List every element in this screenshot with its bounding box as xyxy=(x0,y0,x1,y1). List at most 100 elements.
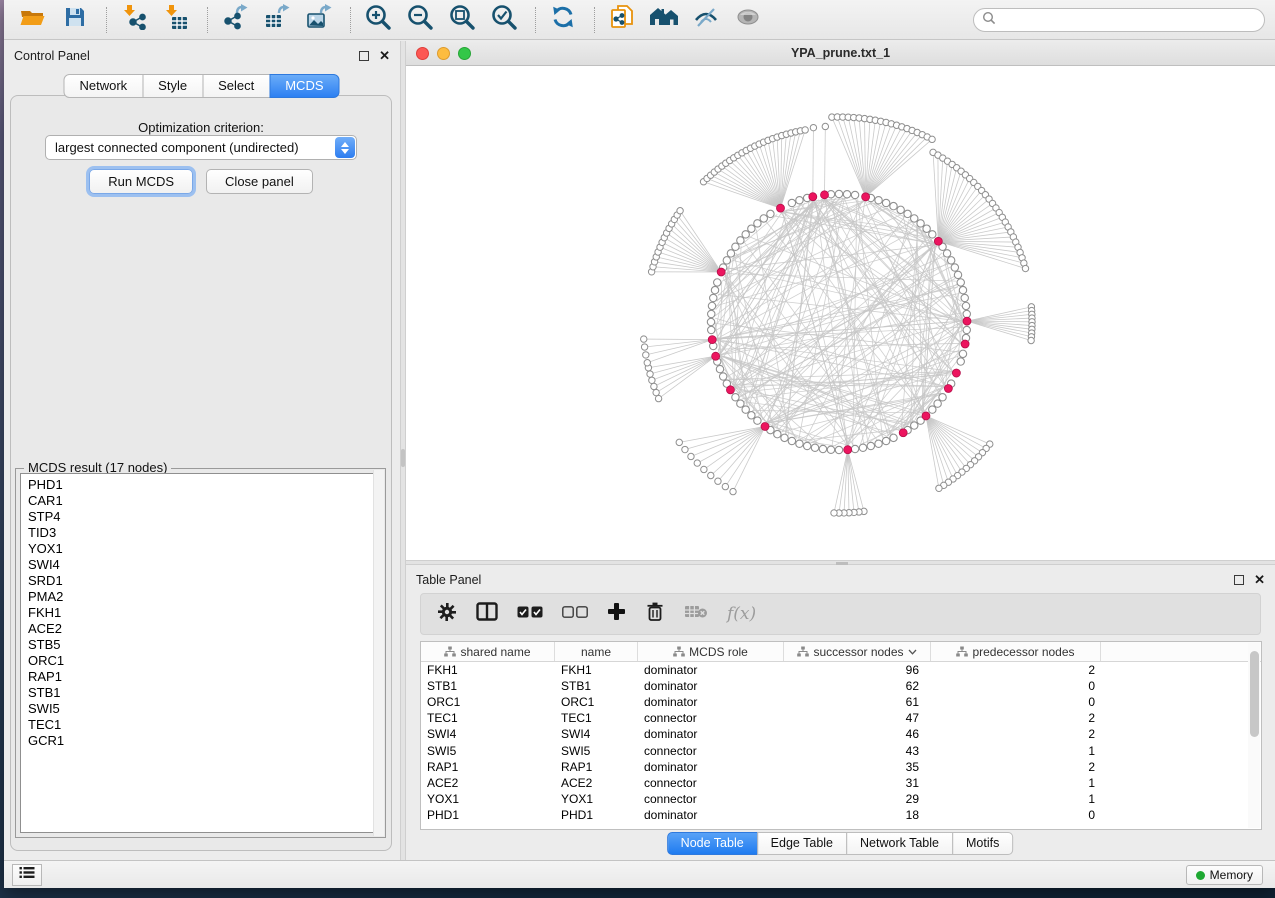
mcds-result-item[interactable]: ORC1 xyxy=(28,653,380,669)
column-header-shared-name[interactable]: shared name xyxy=(421,642,555,661)
cell-mcds-role: connector xyxy=(638,711,784,725)
export-image-button[interactable] xyxy=(304,5,334,35)
tab-network[interactable]: Network xyxy=(63,74,143,98)
zoom-in-button[interactable] xyxy=(363,5,393,35)
tab-node-table[interactable]: Node Table xyxy=(667,832,758,855)
deselect-all-button[interactable] xyxy=(562,605,588,623)
column-header-mcds-role[interactable]: MCDS role xyxy=(638,642,784,661)
table-row[interactable]: RAP1RAP1dominator352 xyxy=(421,759,1261,775)
cell-successor-nodes: 18 xyxy=(784,808,931,822)
splitter-handle[interactable] xyxy=(401,449,405,467)
function-builder-button[interactable]: f(x) xyxy=(727,604,756,624)
column-header-successor-nodes[interactable]: successor nodes xyxy=(784,642,931,661)
column-header-predecessor-nodes[interactable]: predecessor nodes xyxy=(931,642,1101,661)
mcds-result-list[interactable]: PHD1CAR1STP4TID3YOX1SWI4SRD1PMA2FKH1ACE2… xyxy=(20,473,381,833)
search-input[interactable] xyxy=(996,10,1264,30)
mcds-result-item[interactable]: PHD1 xyxy=(28,477,380,493)
mcds-result-item[interactable]: STP4 xyxy=(28,509,380,525)
task-history-button[interactable] xyxy=(12,864,42,886)
table-row[interactable]: TEC1TEC1connector472 xyxy=(421,710,1261,726)
mcds-result-item[interactable]: GCR1 xyxy=(28,733,380,749)
mcds-result-item[interactable]: ACE2 xyxy=(28,621,380,637)
mcds-result-item[interactable]: PMA2 xyxy=(28,589,380,605)
apply-layout-button[interactable] xyxy=(548,5,578,35)
tab-edge-table[interactable]: Edge Table xyxy=(757,832,847,855)
mcds-result-item[interactable]: RAP1 xyxy=(28,669,380,685)
delete-table-button[interactable] xyxy=(684,604,708,624)
close-panel-button[interactable]: ✕ xyxy=(379,51,390,61)
column-header-name[interactable]: name xyxy=(555,642,638,661)
mcds-result-item[interactable]: STB1 xyxy=(28,685,380,701)
show-all-button[interactable] xyxy=(733,5,763,35)
save-session-button[interactable] xyxy=(60,5,90,35)
mcds-result-item[interactable]: SRD1 xyxy=(28,573,380,589)
hide-selected-button[interactable] xyxy=(691,5,721,35)
zoom-selected-button[interactable] xyxy=(489,5,519,35)
mcds-result-item[interactable]: SWI4 xyxy=(28,557,380,573)
mcds-result-item[interactable]: FKH1 xyxy=(28,605,380,621)
table-row[interactable]: FKH1FKH1dominator962 xyxy=(421,662,1261,678)
optimization-criterion-select[interactable]: largest connected component (undirected) xyxy=(45,135,357,160)
show-columns-button[interactable] xyxy=(476,602,498,626)
cell-shared-name: ORC1 xyxy=(421,695,555,709)
cell-mcds-role: connector xyxy=(638,776,784,790)
mcds-result-item[interactable]: TEC1 xyxy=(28,717,380,733)
mcds-result-item[interactable]: TID3 xyxy=(28,525,380,541)
table-row[interactable]: PHD1PHD1dominator180 xyxy=(421,807,1261,823)
tab-select[interactable]: Select xyxy=(202,74,270,98)
cell-successor-nodes: 96 xyxy=(784,663,931,677)
table-row[interactable]: ACE2ACE2connector311 xyxy=(421,775,1261,791)
mcds-result-item[interactable]: CAR1 xyxy=(28,493,380,509)
search-field[interactable] xyxy=(973,8,1265,32)
tab-style[interactable]: Style xyxy=(142,74,203,98)
cell-mcds-role: dominator xyxy=(638,663,784,677)
cell-predecessor-nodes: 0 xyxy=(931,808,1101,822)
table-scrollbar[interactable] xyxy=(1248,643,1260,828)
table-row[interactable]: ORC1ORC1dominator610 xyxy=(421,694,1261,710)
import-network-button[interactable] xyxy=(119,5,149,35)
memory-button[interactable]: Memory xyxy=(1186,865,1263,885)
table-row[interactable]: STB1STB1dominator620 xyxy=(421,678,1261,694)
float-panel-button[interactable] xyxy=(359,51,369,61)
zoom-out-button[interactable] xyxy=(405,5,435,35)
select-all-button[interactable] xyxy=(517,605,543,623)
mcds-result-item[interactable]: STB5 xyxy=(28,637,380,653)
minimize-window-icon[interactable] xyxy=(437,47,450,60)
new-network-from-selection-button[interactable] xyxy=(607,5,637,35)
cell-predecessor-nodes: 2 xyxy=(931,663,1101,677)
cell-mcds-role: dominator xyxy=(638,808,784,822)
import-table-button[interactable] xyxy=(161,5,191,35)
close-table-panel-button[interactable]: ✕ xyxy=(1254,575,1265,585)
zoom-in-icon xyxy=(364,3,392,36)
maximize-window-icon[interactable] xyxy=(458,47,471,60)
add-column-button[interactable] xyxy=(607,602,626,626)
tab-motifs[interactable]: Motifs xyxy=(952,832,1013,855)
network-canvas[interactable] xyxy=(406,66,1275,560)
table-row[interactable]: SWI4SWI4dominator462 xyxy=(421,726,1261,742)
float-table-panel-button[interactable] xyxy=(1234,575,1244,585)
main-toolbar xyxy=(4,0,1275,40)
mcds-result-item[interactable]: SWI5 xyxy=(28,701,380,717)
delete-column-button[interactable] xyxy=(645,601,665,627)
network-graph xyxy=(406,66,1275,560)
table-settings-button[interactable] xyxy=(437,602,457,627)
toolbar-separator xyxy=(535,7,536,33)
close-window-icon[interactable] xyxy=(416,47,429,60)
export-table-button[interactable] xyxy=(262,5,292,35)
table-row[interactable]: YOX1YOX1connector291 xyxy=(421,791,1261,807)
tab-network-table[interactable]: Network Table xyxy=(846,832,953,855)
export-table-icon xyxy=(264,4,290,35)
mcds-result-item[interactable]: YOX1 xyxy=(28,541,380,557)
run-mcds-button[interactable]: Run MCDS xyxy=(89,169,193,194)
close-panel-button-mcds[interactable]: Close panel xyxy=(206,169,313,194)
export-network-button[interactable] xyxy=(220,5,250,35)
tab-mcds[interactable]: MCDS xyxy=(269,74,339,98)
cell-shared-name: STB1 xyxy=(421,679,555,693)
zoom-fit-button[interactable] xyxy=(447,5,477,35)
open-file-button[interactable] xyxy=(18,5,48,35)
columns-icon xyxy=(476,602,498,626)
mcds-result-scrollbar[interactable] xyxy=(373,470,384,836)
first-neighbors-button[interactable] xyxy=(649,5,679,35)
table-row[interactable]: SWI5SWI5connector431 xyxy=(421,742,1261,758)
scrollbar-thumb[interactable] xyxy=(1250,651,1259,737)
